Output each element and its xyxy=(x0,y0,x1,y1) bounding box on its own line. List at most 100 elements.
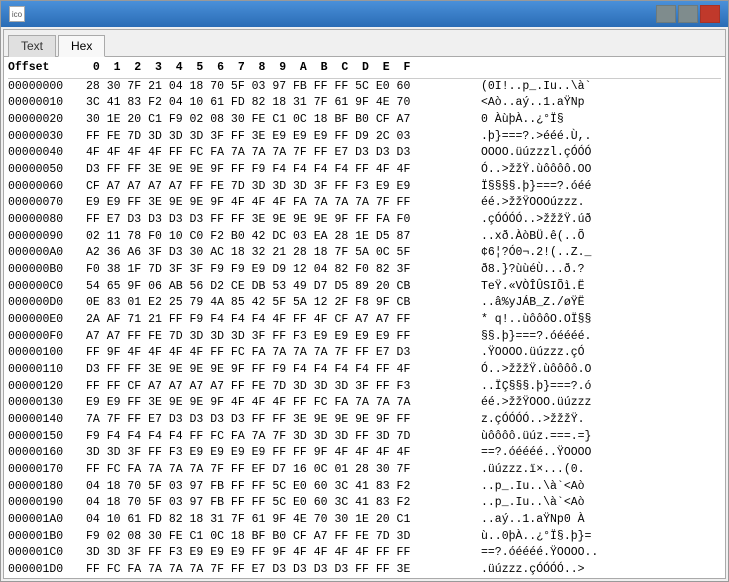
cell-offset: 00000130 xyxy=(8,395,86,412)
cell-ascii: TeŸ.«VÒÎÛSIÕì.Ë xyxy=(481,279,621,296)
cell-offset: 00000060 xyxy=(8,179,86,196)
cell-hex: F9 F4 F4 F4 F4 FF FC FA 7A 7F 3D 3D 3D F… xyxy=(86,429,481,446)
table-row: 000000F0 A7 A7 FF FE 7D 3D 3D 3D 3F FF F… xyxy=(8,329,721,346)
cell-hex: 4F 4F 4F 4F FF FC FA 7A 7A 7A 7F FF E7 D… xyxy=(86,145,481,162)
header-hex: 0 1 2 3 4 5 6 7 8 9 A B C D E F xyxy=(86,60,481,77)
table-row: 000000E0 2A AF 71 21 FF F9 F4 F4 F4 4F F… xyxy=(8,312,721,329)
cell-ascii: Ï§§§§.þ}===?.óéé xyxy=(481,179,621,196)
cell-offset: 00000110 xyxy=(8,362,86,379)
cell-offset: 00000160 xyxy=(8,445,86,462)
cell-ascii: ð8.}?ùùéÙ...ð.? xyxy=(481,262,621,279)
cell-ascii: 0 ÀùþÀ..¿°Ï§ xyxy=(481,112,621,129)
cell-offset: 00000100 xyxy=(8,345,86,362)
table-row: 00000190 04 18 70 5F 03 97 FB FF FF 5C E… xyxy=(8,495,721,512)
cell-offset: 00000040 xyxy=(8,145,86,162)
cell-offset: 00000000 xyxy=(8,79,86,96)
cell-ascii: Ó..>žžŸ.ùôôôô.OO xyxy=(481,162,621,179)
cell-hex: D3 FF FF 3E 9E 9E 9E 9F FF F9 F4 F4 F4 F… xyxy=(86,362,481,379)
cell-hex: FF 9F 4F 4F 4F 4F FF FC FA 7A 7A 7A 7F F… xyxy=(86,345,481,362)
table-row: 000000D0 0E 83 01 E2 25 79 4A 85 42 5F 5… xyxy=(8,295,721,312)
cell-offset: 000001A0 xyxy=(8,512,86,529)
cell-hex: 04 10 61 FD 82 18 31 7F 61 9F 4E 70 30 1… xyxy=(86,512,481,529)
cell-offset: 000001C0 xyxy=(8,545,86,562)
cell-hex: FF FF CF A7 A7 A7 A7 FF FE 7D 3D 3D 3D 3… xyxy=(86,379,481,396)
hex-rows-container: 00000000 28 30 7F 21 04 18 70 5F 03 97 F… xyxy=(8,79,721,578)
table-row: 000001A0 04 10 61 FD 82 18 31 7F 61 9F 4… xyxy=(8,512,721,529)
cell-offset: 000001B0 xyxy=(8,529,86,546)
cell-ascii: .þ}===?.>ééé.Ù,. xyxy=(481,129,621,146)
cell-offset: 00000150 xyxy=(8,429,86,446)
cell-hex: F0 38 1F 7D 3F 3F F9 F9 E9 D9 12 04 82 F… xyxy=(86,262,481,279)
table-row: 00000090 02 11 78 F0 10 C0 F2 B0 42 DC 0… xyxy=(8,229,721,246)
cell-ascii: z.çÓÓÓÓ..>žžžŸ. xyxy=(481,412,621,429)
cell-offset: 00000190 xyxy=(8,495,86,512)
cell-hex: 30 1E 20 C1 F9 02 08 30 FE C1 0C 18 BF B… xyxy=(86,112,481,129)
cell-hex: 04 18 70 5F 03 97 FB FF FF 5C E0 60 3C 4… xyxy=(86,495,481,512)
header-offset: Offset xyxy=(8,60,86,77)
table-row: 000001D0 FF FC FA 7A 7A 7A 7F FF E7 D3 D… xyxy=(8,562,721,578)
window-content: Text Hex Offset 0 1 2 3 4 5 6 7 8 9 A B … xyxy=(3,29,726,579)
cell-hex: 04 18 70 5F 03 97 FB FF FF 5C E0 60 3C 4… xyxy=(86,479,481,496)
table-row: 000000C0 54 65 9F 06 AB 56 D2 CE DB 53 4… xyxy=(8,279,721,296)
header-ascii xyxy=(481,60,621,77)
tab-bar: Text Hex xyxy=(4,30,725,57)
cell-ascii: (0I!..p_.Iu..\à` xyxy=(481,79,621,96)
cell-hex: FF FE 7D 3D 3D 3D 3F FF 3E E9 E9 E9 FF D… xyxy=(86,129,481,146)
maximize-button[interactable] xyxy=(678,5,698,23)
table-row: 00000040 4F 4F 4F 4F FF FC FA 7A 7A 7A 7… xyxy=(8,145,721,162)
table-row: 00000010 3C 41 83 F2 04 10 61 FD 82 18 3… xyxy=(8,95,721,112)
cell-ascii: §§.þ}===?.óéééé. xyxy=(481,329,621,346)
cell-hex: 02 11 78 F0 10 C0 F2 B0 42 DC 03 EA 28 1… xyxy=(86,229,481,246)
table-row: 00000060 CF A7 A7 A7 A7 FF FE 7D 3D 3D 3… xyxy=(8,179,721,196)
cell-ascii: ==?.óéééé..ŸOOOO xyxy=(481,445,621,462)
title-controls xyxy=(656,5,720,23)
table-row: 00000130 E9 E9 FF 3E 9E 9E 9F 4F 4F 4F F… xyxy=(8,395,721,412)
cell-hex: 54 65 9F 06 AB 56 D2 CE DB 53 49 D7 D5 8… xyxy=(86,279,481,296)
cell-hex: 2A AF 71 21 FF F9 F4 F4 F4 4F FF 4F CF A… xyxy=(86,312,481,329)
cell-offset: 00000050 xyxy=(8,162,86,179)
cell-offset: 00000010 xyxy=(8,95,86,112)
table-row: 00000160 3D 3D 3F FF F3 E9 E9 E9 E9 FF F… xyxy=(8,445,721,462)
cell-offset: 00000080 xyxy=(8,212,86,229)
cell-ascii: .üúzzz.ï×...(0. xyxy=(481,462,621,479)
cell-offset: 00000170 xyxy=(8,462,86,479)
table-row: 00000100 FF 9F 4F 4F 4F 4F FF FC FA 7A 7… xyxy=(8,345,721,362)
table-row: 000000B0 F0 38 1F 7D 3F 3F F9 F9 E9 D9 1… xyxy=(8,262,721,279)
hex-header: Offset 0 1 2 3 4 5 6 7 8 9 A B C D E F xyxy=(8,59,721,79)
tab-hex[interactable]: Hex xyxy=(58,35,105,57)
table-row: 000000A0 A2 36 A6 3F D3 30 AC 18 32 21 2… xyxy=(8,245,721,262)
cell-ascii: ù..0þÀ..¿°Ï§.þ}= xyxy=(481,529,621,546)
cell-ascii: <Aò..aý..1.aŸNp xyxy=(481,95,621,112)
title-bar-left: ico xyxy=(9,6,31,22)
close-button[interactable] xyxy=(700,5,720,23)
cell-hex: A2 36 A6 3F D3 30 AC 18 32 21 28 18 7F 5… xyxy=(86,245,481,262)
cell-hex: CF A7 A7 A7 A7 FF FE 7D 3D 3D 3D 3F FF F… xyxy=(86,179,481,196)
table-row: 000001C0 3D 3D 3F FF F3 E9 E9 E9 FF 9F 4… xyxy=(8,545,721,562)
cell-ascii: ¢6¦?Ó0¬.2!(..Z._ xyxy=(481,245,621,262)
cell-offset: 000000C0 xyxy=(8,279,86,296)
cell-offset: 00000180 xyxy=(8,479,86,496)
table-row: 00000110 D3 FF FF 3E 9E 9E 9E 9F FF F9 F… xyxy=(8,362,721,379)
cell-ascii: ..â%yJÁB_Z./øŸË xyxy=(481,295,621,312)
minimize-button[interactable] xyxy=(656,5,676,23)
table-row: 00000000 28 30 7F 21 04 18 70 5F 03 97 F… xyxy=(8,79,721,96)
cell-ascii: .çÓÓÓÓ..>žžžŸ.úð xyxy=(481,212,621,229)
cell-ascii: .üúzzz.çÓÓÓÓ..> xyxy=(481,562,621,578)
cell-offset: 00000030 xyxy=(8,129,86,146)
app-icon: ico xyxy=(9,6,25,22)
table-row: 00000180 04 18 70 5F 03 97 FB FF FF 5C E… xyxy=(8,479,721,496)
cell-hex: FF FC FA 7A 7A 7A 7F FF E7 D3 D3 D3 D3 F… xyxy=(86,562,481,578)
tab-text[interactable]: Text xyxy=(8,35,56,57)
table-row: 00000030 FF FE 7D 3D 3D 3D 3F FF 3E E9 E… xyxy=(8,129,721,146)
cell-ascii: ùôôôô.üúz.===.=} xyxy=(481,429,621,446)
cell-offset: 000000A0 xyxy=(8,245,86,262)
cell-offset: 00000140 xyxy=(8,412,86,429)
table-row: 00000070 E9 E9 FF 3E 9E 9E 9F 4F 4F 4F F… xyxy=(8,195,721,212)
hex-content[interactable]: Offset 0 1 2 3 4 5 6 7 8 9 A B C D E F 0… xyxy=(4,57,725,578)
cell-offset: 00000070 xyxy=(8,195,86,212)
cell-offset: 000000F0 xyxy=(8,329,86,346)
cell-offset: 000000D0 xyxy=(8,295,86,312)
cell-hex: 0E 83 01 E2 25 79 4A 85 42 5F 5A 12 2F F… xyxy=(86,295,481,312)
table-row: 000001B0 F9 02 08 30 FE C1 0C 18 BF B0 C… xyxy=(8,529,721,546)
main-area: Offset 0 1 2 3 4 5 6 7 8 9 A B C D E F 0… xyxy=(4,57,725,578)
